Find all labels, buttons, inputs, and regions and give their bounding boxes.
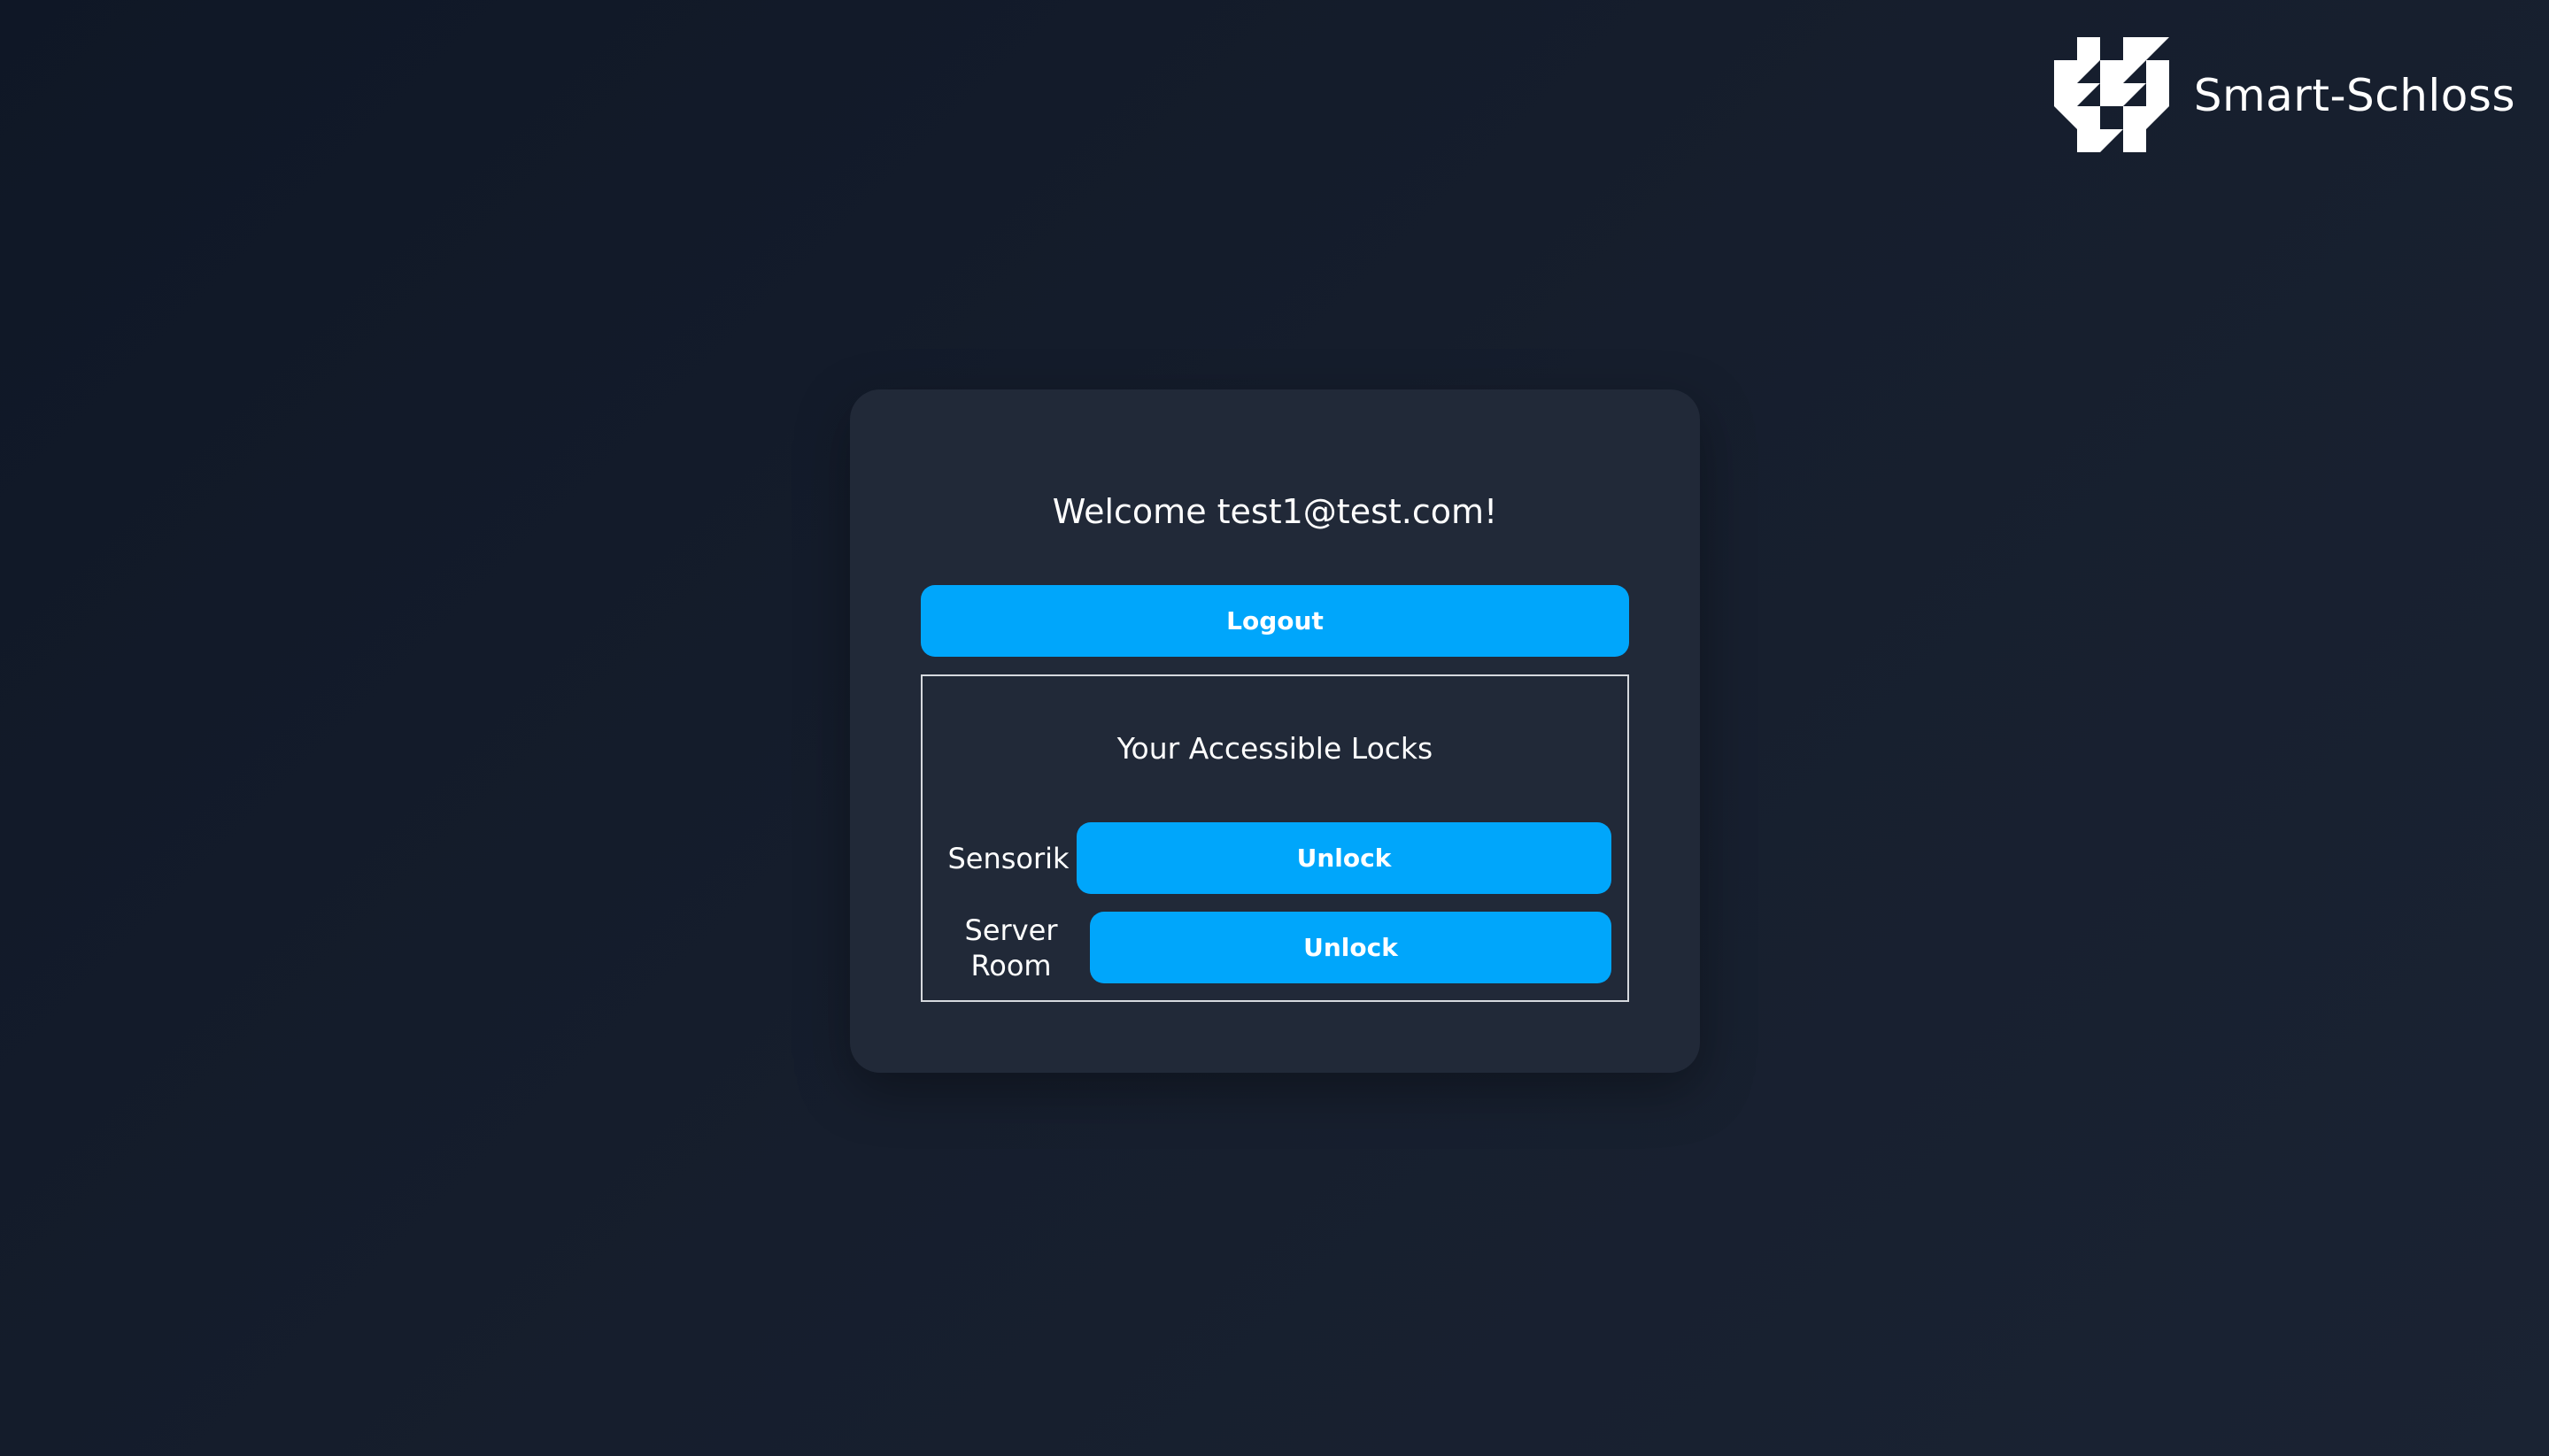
logout-button[interactable]: Logout bbox=[921, 585, 1629, 657]
lock-row-server-room: Server Room Unlock bbox=[923, 912, 1627, 983]
brand: Smart-Schloss bbox=[2053, 37, 2515, 154]
dashboard-card: Welcome test1@test.com! Logout Your Acce… bbox=[850, 389, 1700, 1073]
unlock-server-room-button[interactable]: Unlock bbox=[1090, 912, 1611, 983]
lock-row-sensorik: Sensorik Unlock bbox=[923, 822, 1627, 894]
accessible-locks-panel: Your Accessible Locks Sensorik Unlock Se… bbox=[921, 674, 1629, 1002]
brand-name: Smart-Schloss bbox=[2193, 70, 2515, 121]
lock-name: Server Room bbox=[964, 913, 1058, 982]
lock-name: Sensorik bbox=[947, 841, 1070, 875]
checker-logo-icon bbox=[2053, 37, 2169, 152]
locks-title: Your Accessible Locks bbox=[1116, 731, 1433, 766]
welcome-heading: Welcome test1@test.com! bbox=[1052, 492, 1498, 531]
unlock-sensorik-button[interactable]: Unlock bbox=[1077, 822, 1611, 894]
